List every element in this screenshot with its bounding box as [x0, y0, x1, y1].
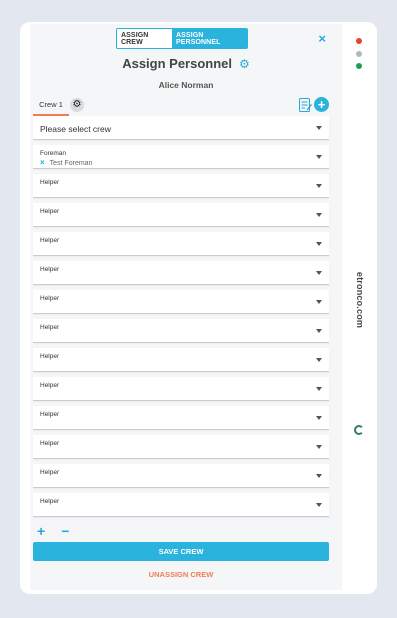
helper-label: Helper [40, 324, 60, 331]
helper-select[interactable]: Helper [33, 203, 329, 227]
chevron-down-icon [316, 183, 322, 188]
assign-crew-toggle[interactable]: ASSIGN CREW [117, 29, 172, 48]
chevron-down-icon [316, 299, 322, 304]
assign-personnel-panel: ASSIGN CREW ASSIGN PERSONNEL × Assign Pe… [30, 24, 342, 590]
helper-select[interactable]: Helper [33, 290, 329, 314]
title-row: Assign Personnel ⚙ [30, 56, 342, 71]
crew-select[interactable]: Please select crew [33, 116, 329, 140]
unassign-crew-button[interactable]: UNASSIGN CREW [33, 570, 329, 579]
chevron-down-icon [316, 328, 322, 333]
refresh-icon[interactable] [354, 425, 364, 435]
chevron-down-icon [316, 473, 322, 478]
helper-label: Helper [40, 440, 60, 447]
helper-label: Helper [40, 295, 60, 302]
helper-select[interactable]: Helper [33, 406, 329, 430]
crew-size-controls: + − [37, 523, 69, 539]
helper-label: Helper [40, 353, 60, 360]
crew-tabs: Crew 1 ⚙ + [33, 94, 329, 116]
helper-label: Helper [40, 382, 60, 389]
helper-label: Helper [40, 498, 60, 505]
helper-select[interactable]: Helper [33, 377, 329, 401]
brand-logo: etronco.com [355, 271, 365, 329]
chevron-down-icon [316, 212, 322, 217]
helper-select[interactable]: Helper [33, 174, 329, 198]
foreman-select[interactable]: Foreman × Test Foreman [33, 145, 329, 169]
helper-label: Helper [40, 411, 60, 418]
add-crew-button[interactable]: + [314, 97, 329, 112]
maximize-dot-icon[interactable] [356, 63, 362, 69]
minimize-dot-icon[interactable] [356, 51, 362, 57]
chevron-down-icon [316, 154, 322, 159]
chevron-down-icon [316, 444, 322, 449]
helper-label: Helper [40, 469, 60, 476]
helper-select[interactable]: Helper [33, 261, 329, 285]
page-title: Assign Personnel [122, 56, 233, 71]
close-icon[interactable]: × [318, 32, 326, 45]
helper-label: Helper [40, 208, 60, 215]
tab-crew-1[interactable]: Crew 1 [33, 94, 69, 116]
helper-select[interactable]: Helper [33, 348, 329, 372]
close-dot-icon[interactable] [356, 38, 362, 44]
gear-icon[interactable]: ⚙ [239, 58, 250, 70]
chevron-down-icon [316, 415, 322, 420]
helper-select[interactable]: Helper [33, 464, 329, 488]
chevron-down-icon [316, 125, 322, 130]
foreman-value: Test Foreman [49, 159, 93, 167]
crew-select-placeholder: Please select crew [40, 124, 111, 134]
helper-label: Helper [40, 266, 60, 273]
assign-personnel-toggle[interactable]: ASSIGN PERSONNEL [172, 29, 247, 48]
helper-select[interactable]: Helper [33, 435, 329, 459]
remove-helper-button[interactable]: − [61, 523, 69, 539]
helper-label: Helper [40, 179, 60, 186]
helper-select[interactable]: Helper [33, 319, 329, 343]
chevron-down-icon [316, 502, 322, 507]
personnel-name: Alice Norman [158, 80, 214, 90]
remove-icon[interactable]: × [40, 159, 45, 167]
add-helper-button[interactable]: + [37, 523, 45, 539]
chevron-down-icon [316, 270, 322, 275]
helper-select[interactable]: Helper [33, 232, 329, 256]
crew-settings-gear-icon[interactable]: ⚙ [70, 98, 84, 112]
chevron-down-icon [316, 241, 322, 246]
helper-select[interactable]: Helper [33, 493, 329, 517]
chevron-down-icon [316, 357, 322, 362]
chevron-down-icon [316, 386, 322, 391]
foreman-chip: × Test Foreman [40, 159, 92, 167]
assign-mode-toggle: ASSIGN CREW ASSIGN PERSONNEL [116, 28, 248, 49]
foreman-label: Foreman [40, 150, 67, 157]
notes-icon[interactable] [299, 98, 312, 112]
helper-label: Helper [40, 237, 60, 244]
save-crew-button[interactable]: SAVE CREW [33, 542, 329, 561]
